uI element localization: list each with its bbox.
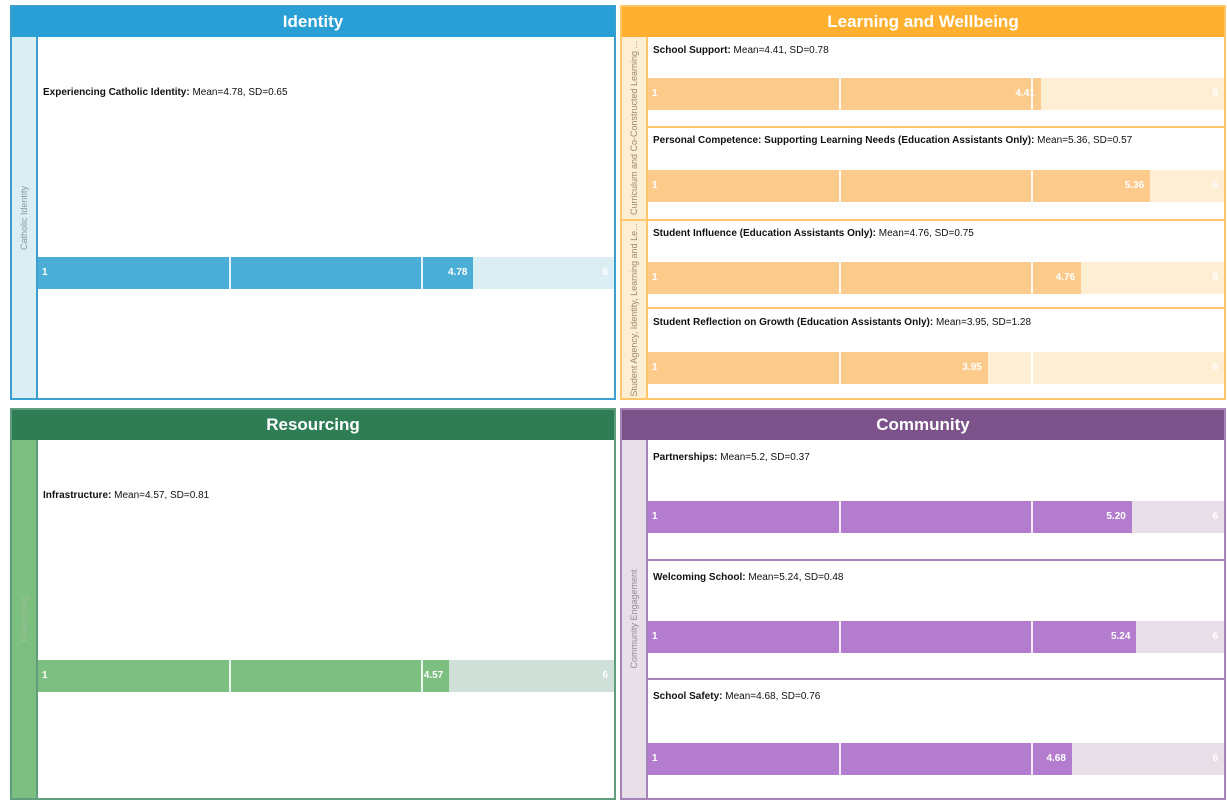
item-experiencing-catholic-identity: Experiencing Catholic Identity: Mean=4.7… [38, 37, 614, 398]
panel-community: Community Community Engagement Partnersh… [620, 408, 1226, 800]
side-label-curriculum: Curriculum and Co-Constructed Learning .… [629, 40, 639, 216]
panel-resourcing-title: Resourcing [12, 410, 614, 440]
bar-track: 1 5.24 6 [648, 621, 1224, 653]
item-name: School Support: [653, 45, 731, 56]
bar-max-label: 6 [1212, 753, 1218, 764]
item-title: Experiencing Catholic Identity: Mean=4.7… [43, 87, 288, 98]
bar-max-label: 6 [1212, 180, 1218, 191]
item-title: Student Influence (Education Assistants … [653, 228, 974, 239]
item-stats: Mean=5.2, SD=0.37 [717, 452, 810, 463]
item-title: Student Reflection on Growth (Education … [653, 317, 1031, 328]
item-name: Welcoming School: [653, 572, 746, 583]
item-name: Infrastructure: [43, 490, 112, 501]
item-stats: Mean=4.41, SD=0.78 [730, 45, 829, 56]
side-group-catholic-identity: Catholic Identity [12, 37, 38, 398]
item-stats: Mean=4.68, SD=0.76 [722, 691, 821, 702]
item-name: Partnerships: [653, 452, 718, 463]
item-infrastructure: Infrastructure: Mean=4.57, SD=0.81 1 4.5… [38, 440, 614, 798]
side-group-student-agency: Student Agency, Identity, Learning and L… [622, 219, 648, 398]
item-title: School Support: Mean=4.41, SD=0.78 [653, 45, 829, 56]
item-name: Student Influence (Education Assistants … [653, 228, 876, 239]
bar-max-label: 6 [1212, 88, 1218, 99]
bar-value-label: 4.41 [1015, 88, 1035, 99]
item-student-reflection: Student Reflection on Growth (Education … [648, 307, 1224, 398]
item-name: School Safety: [653, 691, 723, 702]
bar-value-label: 4.57 [423, 670, 444, 681]
item-personal-competence: Personal Competence: Supporting Learning… [648, 126, 1224, 219]
item-welcoming-school: Welcoming School: Mean=5.24, SD=0.48 1 5… [648, 559, 1224, 678]
bar-track: 1 4.41 6 [648, 78, 1224, 110]
bar-max-label: 6 [602, 267, 608, 278]
side-group-resourcing: Resourcing [12, 440, 38, 798]
item-school-support: School Support: Mean=4.41, SD=0.78 1 4.4… [648, 37, 1224, 126]
item-school-safety: School Safety: Mean=4.68, SD=0.76 1 4.68… [648, 678, 1224, 798]
item-name: Experiencing Catholic Identity: [43, 87, 190, 98]
item-stats: Mean=5.24, SD=0.48 [745, 572, 844, 583]
item-title: Welcoming School: Mean=5.24, SD=0.48 [653, 572, 843, 583]
panel-resourcing: Resourcing Resourcing Infrastructure: Me… [10, 408, 616, 800]
item-title: School Safety: Mean=4.68, SD=0.76 [653, 691, 820, 702]
item-stats: Mean=5.36, SD=0.57 [1034, 135, 1133, 146]
panel-identity-body: Catholic Identity Experiencing Catholic … [12, 37, 614, 398]
bar-track: 1 3.95 6 [648, 352, 1224, 384]
bar-max-label: 6 [1212, 631, 1218, 642]
side-group-curriculum: Curriculum and Co-Constructed Learning .… [622, 37, 648, 219]
bar-track: 1 4.57 6 [38, 660, 614, 692]
bar-value-label: 5.24 [1110, 631, 1131, 642]
item-stats: Mean=4.57, SD=0.81 [111, 490, 210, 501]
panel-identity: Identity Catholic Identity Experiencing … [10, 5, 616, 400]
side-label-student-agency: Student Agency, Identity, Learning and L… [629, 222, 639, 397]
bar-max-label: 6 [602, 670, 608, 681]
bar-value-label: 3.95 [962, 362, 982, 373]
panel-learning-wellbeing: Learning and Wellbeing Curriculum and Co… [620, 5, 1226, 400]
panel-resourcing-body: Resourcing Infrastructure: Mean=4.57, SD… [12, 440, 614, 798]
panel-learning-body: Curriculum and Co-Constructed Learning .… [622, 37, 1224, 398]
bar-value-label: 4.76 [1055, 272, 1076, 283]
item-stats: Mean=3.95, SD=1.28 [933, 317, 1032, 328]
item-title: Partnerships: Mean=5.2, SD=0.37 [653, 452, 810, 463]
panel-identity-title: Identity [12, 7, 614, 37]
item-title: Personal Competence: Supporting Learning… [653, 135, 1132, 146]
item-partnerships: Partnerships: Mean=5.2, SD=0.37 1 5.20 6 [648, 440, 1224, 559]
bar-value-label: 4.78 [447, 267, 468, 278]
panel-learning-title: Learning and Wellbeing [622, 7, 1224, 37]
bar-tick [1030, 352, 1033, 384]
bar-track: 1 4.76 6 [648, 262, 1224, 294]
item-name: Student Reflection on Growth (Education … [653, 317, 934, 328]
side-label-resourcing: Resourcing [19, 596, 29, 642]
bar-value-label: 5.20 [1106, 511, 1126, 522]
bar-value-label: 4.68 [1046, 753, 1066, 764]
bar-track: 1 5.20 6 [648, 501, 1224, 533]
item-title: Infrastructure: Mean=4.57, SD=0.81 [43, 490, 209, 501]
bar-track: 1 5.36 6 [648, 170, 1224, 202]
item-stats: Mean=4.78, SD=0.65 [189, 87, 288, 98]
bar-max-label: 6 [1212, 511, 1218, 522]
bar-track: 1 4.78 6 [38, 257, 614, 289]
side-group-community-engagement: Community Engagement [622, 440, 648, 798]
side-label-catholic-identity: Catholic Identity [19, 185, 29, 250]
item-student-influence: Student Influence (Education Assistants … [648, 219, 1224, 307]
panel-community-body: Community Engagement Partnerships: Mean=… [622, 440, 1224, 798]
item-name: Personal Competence: Supporting Learning… [653, 135, 1035, 146]
bar-max-label: 6 [1212, 272, 1218, 283]
side-label-community-engagement: Community Engagement [629, 569, 639, 669]
bar-value-label: 5.36 [1124, 180, 1145, 191]
item-stats: Mean=4.76, SD=0.75 [875, 228, 974, 239]
panel-community-title: Community [622, 410, 1224, 440]
bar-track: 1 4.68 6 [648, 743, 1224, 775]
bar-max-label: 6 [1212, 362, 1218, 373]
